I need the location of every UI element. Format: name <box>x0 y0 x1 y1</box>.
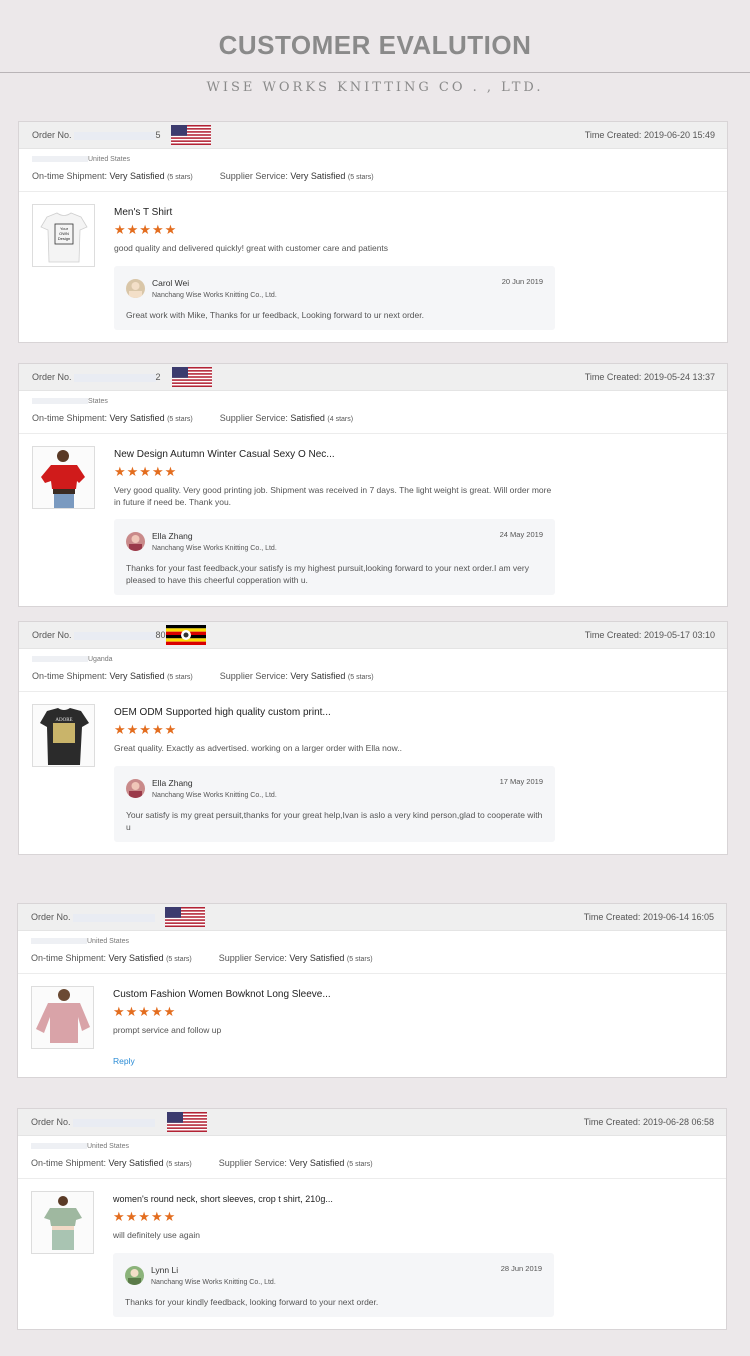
product-title[interactable]: OEM ODM Supported high quality custom pr… <box>114 707 331 718</box>
buyer-location: United States <box>31 938 129 945</box>
order-number: Order No. <box>31 912 155 922</box>
divider <box>19 691 727 692</box>
reply-link[interactable]: Reply <box>113 1056 135 1066</box>
product-thumbnail[interactable] <box>31 1191 94 1254</box>
supplier-reply: Ella Zhang Nanchang Wise Works Knitting … <box>114 519 555 595</box>
reply-company: Nanchang Wise Works Knitting Co., Ltd. <box>151 1279 276 1286</box>
reply-text: Thanks for your kindly feedback, looking… <box>125 1297 379 1307</box>
time-created: Time Created: 2019-05-17 03:10 <box>584 630 715 640</box>
reply-text: Your satisfy is my great persuit,thanks … <box>126 810 543 832</box>
time-created: Time Created: 2019-05-24 13:37 <box>584 372 715 382</box>
reply-author: Ella Zhang <box>152 531 193 541</box>
reply-date: 17 May 2019 <box>499 777 543 786</box>
review-card: Order No. 80 Time Created: 2019-05-17 03:… <box>18 621 728 855</box>
product-thumbnail[interactable]: ADORE <box>32 704 95 767</box>
product-title[interactable]: Custom Fashion Women Bowknot Long Sleeve… <box>113 989 331 1000</box>
uganda-flag-icon <box>166 625 206 645</box>
supplier-reply: Ella Zhang Nanchang Wise Works Knitting … <box>114 766 555 842</box>
reply-text: Great work with Mike, Thanks for ur feed… <box>126 310 424 320</box>
buyer-location: United States <box>31 1143 129 1150</box>
card-header: Order No. 80 Time Created: 2019-05-17 03:… <box>19 622 727 649</box>
page-title: CUSTOMER EVALUTION <box>218 30 532 60</box>
product-thumbnail[interactable]: Your OWN Design <box>32 204 95 267</box>
us-flag-icon <box>171 125 211 145</box>
star-rating: ★★★★★ <box>114 464 178 479</box>
divider <box>19 191 727 192</box>
time-created: Time Created: 2019-06-28 06:58 <box>583 1117 714 1127</box>
review-text: prompt service and follow up <box>113 1025 222 1035</box>
divider <box>19 433 727 434</box>
card-header: Order No. 5 Time Created: 2019-06-20 15:4… <box>19 122 727 149</box>
review-card: Order No. Time Created: 2019-06-14 16:05… <box>17 903 727 1078</box>
buyer-location: Uganda <box>32 656 113 663</box>
supplier-reply: Carol Wei Nanchang Wise Works Knitting C… <box>114 266 555 330</box>
star-rating: ★★★★★ <box>113 1004 177 1019</box>
reply-author: Carol Wei <box>152 278 190 288</box>
rating-summary: On-time Shipment: Very Satisfied (5 star… <box>31 1158 373 1168</box>
review-text: Very good quality. Very good printing jo… <box>114 485 552 507</box>
star-rating: ★★★★★ <box>114 722 178 737</box>
avatar <box>126 532 145 551</box>
product-title[interactable]: Men's T Shirt <box>114 207 172 218</box>
card-header: Order No. 2 Time Created: 2019-05-24 13:3… <box>19 364 727 391</box>
reply-company: Nanchang Wise Works Knitting Co., Ltd. <box>152 792 277 799</box>
order-number: Order No. <box>31 1117 155 1127</box>
rating-summary: On-time Shipment: Very Satisfied (5 star… <box>32 671 374 681</box>
reply-date: 20 Jun 2019 <box>501 277 543 286</box>
card-header: Order No. Time Created: 2019-06-28 06:58 <box>18 1109 726 1136</box>
us-flag-icon <box>165 907 205 927</box>
reply-company: Nanchang Wise Works Knitting Co., Ltd. <box>152 292 277 299</box>
divider <box>18 1178 726 1179</box>
reply-date: 24 May 2019 <box>499 530 543 539</box>
rating-summary: On-time Shipment: Very Satisfied (5 star… <box>31 953 373 963</box>
rating-summary: On-time Shipment: Very Satisfied (5 star… <box>32 171 374 181</box>
star-rating: ★★★★★ <box>114 222 178 237</box>
us-flag-icon <box>172 367 212 387</box>
review-card: Order No. 5 Time Created: 2019-06-20 15:4… <box>18 121 728 343</box>
review-card: Order No. Time Created: 2019-06-28 06:58… <box>17 1108 727 1330</box>
review-text: good quality and delivered quickly! grea… <box>114 243 389 253</box>
svg-text:Design: Design <box>58 236 70 241</box>
product-title[interactable]: New Design Autumn Winter Casual Sexy O N… <box>114 449 335 460</box>
card-header: Order No. Time Created: 2019-06-14 16:05 <box>18 904 726 931</box>
review-text: will definitely use again <box>113 1230 200 1240</box>
product-thumbnail[interactable] <box>32 446 95 509</box>
company-name: WISE WORKS KNITTING CO . , LTD. <box>206 80 544 95</box>
order-number: Order No. 80 <box>32 630 166 640</box>
order-number: Order No. 2 <box>32 372 161 382</box>
review-card: Order No. 2 Time Created: 2019-05-24 13:3… <box>18 363 728 607</box>
reply-author: Ella Zhang <box>152 778 193 788</box>
order-number: Order No. 5 <box>32 130 161 140</box>
reply-text: Thanks for your fast feedback,your satis… <box>126 563 529 585</box>
rating-summary: On-time Shipment: Very Satisfied (5 star… <box>32 413 354 423</box>
avatar <box>126 279 145 298</box>
product-title[interactable]: women's round neck, short sleeves, crop … <box>113 1194 333 1204</box>
avatar <box>126 779 145 798</box>
supplier-reply: Lynn Li Nanchang Wise Works Knitting Co.… <box>113 1253 554 1317</box>
review-text: Great quality. Exactly as advertised. wo… <box>114 743 403 753</box>
product-thumbnail[interactable] <box>31 986 94 1049</box>
avatar <box>125 1266 144 1285</box>
header-divider <box>0 72 750 73</box>
buyer-location: United States <box>32 156 130 163</box>
reply-author: Lynn Li <box>151 1265 179 1275</box>
svg-text:ADORE: ADORE <box>55 718 72 723</box>
buyer-location: States <box>32 398 108 405</box>
star-rating: ★★★★★ <box>113 1209 177 1224</box>
time-created: Time Created: 2019-06-14 16:05 <box>583 912 714 922</box>
reply-date: 28 Jun 2019 <box>500 1264 542 1273</box>
reply-company: Nanchang Wise Works Knitting Co., Ltd. <box>152 545 277 552</box>
us-flag-icon <box>167 1112 207 1132</box>
divider <box>18 973 726 974</box>
time-created: Time Created: 2019-06-20 15:49 <box>584 130 715 140</box>
